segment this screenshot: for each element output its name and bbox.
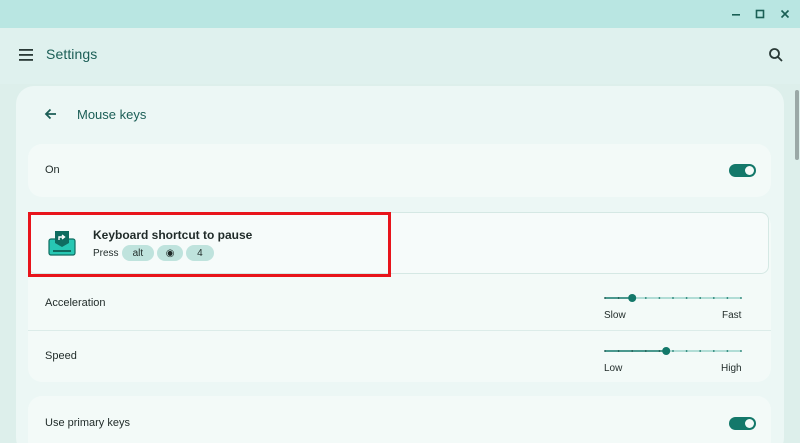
slider-tick: [699, 350, 702, 352]
row-divider: [28, 330, 771, 331]
speed-label: Speed: [45, 350, 77, 362]
settings-panel: Mouse keys On Keyboard shortcut to pause…: [16, 86, 784, 443]
app-title: Settings: [46, 46, 98, 62]
slider-tick: [658, 297, 661, 299]
acceleration-min-label: Slow: [604, 310, 626, 321]
acceleration-max-label: Fast: [722, 310, 742, 321]
speed-min-label: Low: [604, 363, 623, 374]
slider-tick: [712, 350, 715, 352]
key-4: 4: [186, 245, 214, 261]
toggle-knob: [745, 166, 754, 175]
slider-tick: [685, 297, 688, 299]
minimize-icon[interactable]: [727, 5, 745, 23]
slider-tick: [658, 350, 661, 352]
app-header: Settings: [0, 28, 800, 84]
slider-tick: [685, 350, 688, 352]
slider-tick: [740, 350, 742, 352]
slider-tick: [617, 297, 620, 299]
scrollbar[interactable]: [795, 90, 799, 160]
slider-thumb[interactable]: [628, 294, 637, 302]
close-icon[interactable]: [776, 5, 794, 23]
maximize-icon[interactable]: [751, 5, 769, 23]
use-primary-keys-toggle[interactable]: [729, 417, 756, 430]
slider-tick: [740, 297, 742, 299]
slider-tick: [617, 350, 620, 352]
slider-tick: [672, 350, 674, 352]
acceleration-label: Acceleration: [45, 297, 106, 309]
arrow-left-icon[interactable]: [42, 105, 60, 123]
subpage-header: Mouse keys: [32, 102, 146, 126]
search-icon[interactable]: [767, 46, 785, 64]
toggle-knob: [745, 419, 754, 428]
mouse-keys-options-card: Keyboard shortcut to pause Press alt ◉ 4…: [28, 212, 771, 382]
on-label: On: [45, 164, 60, 176]
slider-tick: [712, 297, 715, 299]
use-primary-keys-label: Use primary keys: [45, 417, 130, 429]
acceleration-slider[interactable]: [604, 293, 742, 303]
slider-tick: [604, 350, 606, 352]
slider-tick: [699, 297, 702, 299]
slider-tick: [726, 350, 729, 352]
slider-tick: [604, 297, 606, 299]
mouse-keys-on-row[interactable]: On: [28, 144, 771, 197]
slider-tick: [631, 350, 634, 352]
shortcut-title: Keyboard shortcut to pause: [93, 228, 253, 242]
speed-max-label: High: [721, 363, 742, 374]
hamburger-menu-icon[interactable]: [16, 45, 36, 65]
window-titlebar: [0, 0, 800, 28]
mouse-keys-toggle[interactable]: [729, 164, 756, 177]
key-alt: alt: [121, 245, 155, 261]
speed-slider[interactable]: [604, 346, 742, 356]
slider-thumb[interactable]: [662, 347, 671, 355]
slider-tick: [644, 350, 647, 352]
slider-tick: [672, 297, 674, 299]
press-label: Press: [93, 247, 119, 259]
shortcut-keys: Press alt ◉ 4: [93, 245, 214, 261]
slider-tick: [644, 297, 647, 299]
slider-tick: [726, 297, 729, 299]
keyboard-shortcut-icon: [47, 229, 77, 257]
use-primary-keys-row[interactable]: Use primary keys: [28, 396, 771, 443]
page-title: Mouse keys: [77, 106, 147, 122]
shortcut-row: Keyboard shortcut to pause Press alt ◉ 4: [28, 212, 769, 274]
key-launcher: ◉: [157, 245, 184, 261]
